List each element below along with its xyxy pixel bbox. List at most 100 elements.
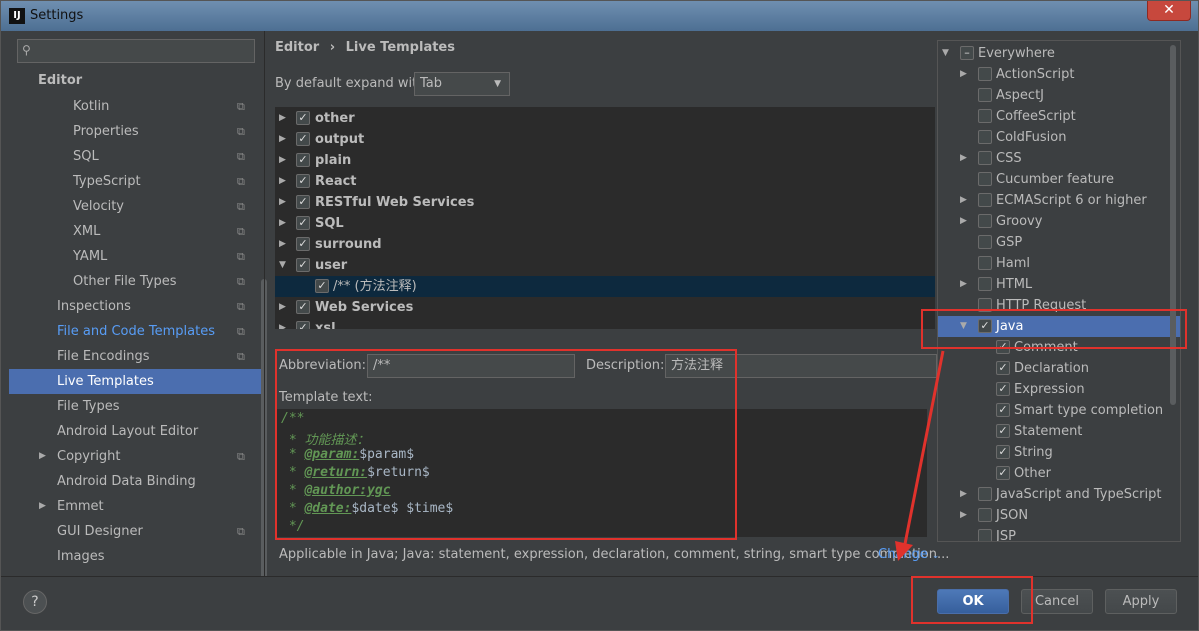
context-item[interactable]: Haml: [938, 253, 1180, 274]
checkbox[interactable]: [978, 529, 992, 541]
template-group[interactable]: ▶ ✓ output: [275, 129, 935, 150]
checkbox[interactable]: ✓: [296, 321, 310, 329]
template-group[interactable]: ▶ ✓ xsl: [275, 318, 935, 329]
context-item[interactable]: JSP: [938, 526, 1180, 541]
checkbox[interactable]: ✓: [996, 466, 1010, 480]
context-item[interactable]: ✓ Other: [938, 463, 1180, 484]
context-item[interactable]: ✓ Statement: [938, 421, 1180, 442]
sidebar-item[interactable]: File Types: [9, 394, 264, 419]
expand-with-select[interactable]: Tab ▼: [414, 72, 510, 96]
chevron-right-icon[interactable]: ▶: [279, 171, 286, 192]
chevron-right-icon[interactable]: ▶: [279, 129, 286, 150]
template-group[interactable]: ▶ ✓ RESTful Web Services: [275, 192, 935, 213]
checkbox[interactable]: [978, 277, 992, 291]
checkbox[interactable]: ✓: [296, 153, 310, 167]
context-item[interactable]: GSP: [938, 232, 1180, 253]
checkbox[interactable]: [978, 88, 992, 102]
chevron-right-icon[interactable]: ▶: [279, 297, 286, 318]
context-item[interactable]: ✓ String: [938, 442, 1180, 463]
checkbox[interactable]: ✓: [296, 300, 310, 314]
chevron-right-icon[interactable]: ▶: [960, 148, 967, 169]
sidebar-item[interactable]: XML ⧉: [9, 219, 264, 244]
context-item[interactable]: ✓ Declaration: [938, 358, 1180, 379]
sidebar-item[interactable]: Velocity ⧉: [9, 194, 264, 219]
chevron-right-icon[interactable]: ▶: [960, 64, 967, 85]
chevron-right-icon[interactable]: ▶: [279, 150, 286, 171]
checkbox[interactable]: [978, 130, 992, 144]
chevron-right-icon[interactable]: ▶: [279, 234, 286, 255]
sidebar-section-editor[interactable]: Editor: [9, 68, 264, 93]
checkbox[interactable]: ✓: [296, 195, 310, 209]
checkbox[interactable]: ✓: [996, 382, 1010, 396]
checkbox[interactable]: ✓: [996, 361, 1010, 375]
sidebar-item[interactable]: Properties ⧉: [9, 119, 264, 144]
chevron-right-icon[interactable]: ▶: [279, 192, 286, 213]
sidebar-item[interactable]: Android Data Binding: [9, 469, 264, 494]
sidebar-item[interactable]: Android Layout Editor: [9, 419, 264, 444]
checkbox[interactable]: [978, 487, 992, 501]
checkbox[interactable]: [978, 172, 992, 186]
help-button[interactable]: ?: [23, 590, 47, 614]
context-item[interactable]: Cucumber feature: [938, 169, 1180, 190]
change-context-link[interactable]: Change ⌄: [878, 547, 939, 562]
sidebar-item[interactable]: File and Code Templates ⧉: [9, 319, 264, 344]
checkbox[interactable]: ✓: [296, 174, 310, 188]
sidebar-item[interactable]: ▶ Emmet: [9, 494, 264, 519]
chevron-right-icon[interactable]: ▶: [960, 274, 967, 295]
checkbox[interactable]: –: [960, 46, 974, 60]
template-group[interactable]: ▶ ✓ React: [275, 171, 935, 192]
checkbox[interactable]: [978, 151, 992, 165]
sidebar-item[interactable]: TypeScript ⧉: [9, 169, 264, 194]
editor-scrollbar[interactable]: [927, 409, 937, 537]
context-item[interactable]: ▶ CSS: [938, 148, 1180, 169]
sidebar-item[interactable]: SQL ⧉: [9, 144, 264, 169]
sidebar-item[interactable]: File Encodings ⧉: [9, 344, 264, 369]
chevron-right-icon[interactable]: ▶: [279, 318, 286, 329]
template-group[interactable]: ▶ ✓ plain: [275, 150, 935, 171]
sidebar-item[interactable]: Live Templates: [9, 369, 264, 394]
checkbox[interactable]: [978, 193, 992, 207]
sidebar-item[interactable]: GUI Designer ⧉: [9, 519, 264, 544]
chevron-right-icon[interactable]: ▶: [960, 190, 967, 211]
context-item[interactable]: ▶ JavaScript and TypeScript: [938, 484, 1180, 505]
chevron-right-icon[interactable]: ▶: [279, 213, 286, 234]
template-group[interactable]: ▶ ✓ Web Services: [275, 297, 935, 318]
sidebar-item[interactable]: ▶ Copyright ⧉: [9, 444, 264, 469]
checkbox[interactable]: [978, 67, 992, 81]
checkbox[interactable]: ✓: [296, 237, 310, 251]
context-item[interactable]: ✓ Expression: [938, 379, 1180, 400]
checkbox[interactable]: [978, 235, 992, 249]
template-item[interactable]: ✓/** (方法注释): [275, 276, 935, 297]
sidebar-item[interactable]: Images: [9, 544, 264, 569]
chevron-right-icon[interactable]: ▶: [960, 211, 967, 232]
checkbox[interactable]: ✓: [315, 279, 329, 293]
checkbox[interactable]: ✓: [996, 445, 1010, 459]
checkbox[interactable]: ✓: [296, 132, 310, 146]
template-group[interactable]: ▶ ✓ SQL: [275, 213, 935, 234]
context-item[interactable]: ▼ – Everywhere: [938, 43, 1180, 64]
context-item[interactable]: ColdFusion: [938, 127, 1180, 148]
context-item[interactable]: ▶ ECMAScript 6 or higher: [938, 190, 1180, 211]
chevron-down-icon[interactable]: ▼: [279, 255, 286, 276]
context-item[interactable]: CoffeeScript: [938, 106, 1180, 127]
context-item[interactable]: AspectJ: [938, 85, 1180, 106]
apply-button[interactable]: Apply: [1105, 589, 1177, 614]
template-group[interactable]: ▼ ✓ user: [275, 255, 935, 276]
context-item[interactable]: ▶ Groovy: [938, 211, 1180, 232]
sidebar-item[interactable]: Kotlin ⧉: [9, 94, 264, 119]
chevron-right-icon[interactable]: ▶: [960, 484, 967, 505]
popup-scrollbar[interactable]: [1170, 45, 1176, 405]
template-group[interactable]: ▶ ✓ surround: [275, 234, 935, 255]
chevron-right-icon[interactable]: ▶: [279, 108, 286, 129]
checkbox[interactable]: ✓: [996, 424, 1010, 438]
sidebar-item[interactable]: YAML ⧉: [9, 244, 264, 269]
checkbox[interactable]: [978, 508, 992, 522]
checkbox[interactable]: ✓: [296, 258, 310, 272]
checkbox[interactable]: ✓: [296, 111, 310, 125]
context-item[interactable]: ✓ Smart type completion: [938, 400, 1180, 421]
sidebar-item[interactable]: Inspections ⧉: [9, 294, 264, 319]
checkbox[interactable]: ✓: [296, 216, 310, 230]
checkbox[interactable]: [978, 109, 992, 123]
checkbox[interactable]: ✓: [996, 403, 1010, 417]
sidebar-item[interactable]: Other File Types ⧉: [9, 269, 264, 294]
